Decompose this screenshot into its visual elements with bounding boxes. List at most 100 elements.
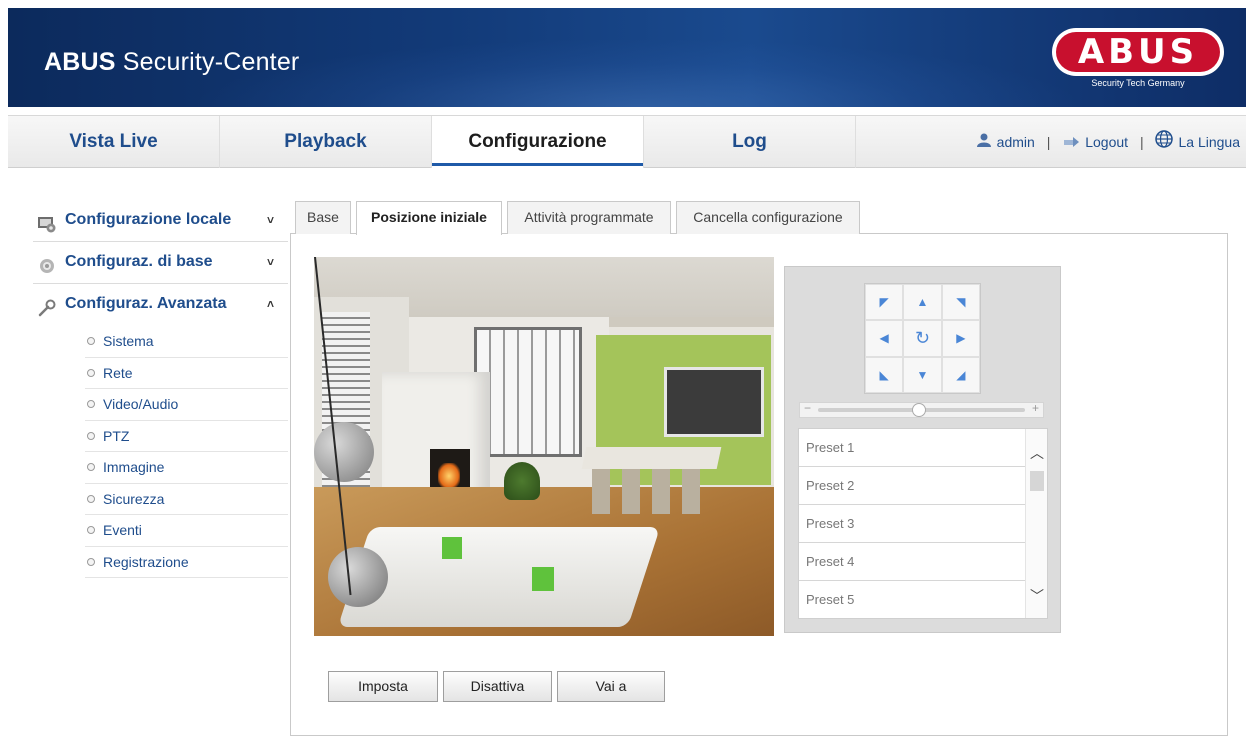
bullet-icon [87, 431, 95, 440]
tab-attivita-programmate[interactable]: Attività programmate [507, 201, 671, 234]
abus-logo: ABUS Security Tech Germany [1052, 28, 1224, 88]
ptz-auto-rotate-icon[interactable]: ↻ [903, 320, 942, 357]
local-config-icon [37, 210, 57, 233]
tab-cancella-configurazione[interactable]: Cancella configurazione [676, 201, 860, 234]
ptz-up-right-icon[interactable]: ◥ [941, 284, 980, 321]
zoom-knob[interactable] [911, 403, 926, 417]
bullet-icon [87, 526, 95, 534]
basic-config-gear-icon [37, 252, 57, 273]
config-sidebar: Configurazione locale ˅ Configuraz. di b… [33, 200, 288, 578]
sidebar-item-rete[interactable]: Rete [85, 358, 288, 389]
sidebar-item-sistema[interactable]: Sistema [85, 326, 288, 358]
sidebar-section-label: Configurazione locale [65, 211, 232, 228]
wall-picture [664, 367, 764, 437]
preset-item-5[interactable]: Preset 5 [799, 581, 1025, 618]
zoom-plus-icon[interactable]: + [1032, 401, 1039, 415]
app-title-suffix: Security-Center [115, 48, 300, 76]
logout-icon [1062, 117, 1080, 169]
nav-tab-log[interactable]: Log [644, 116, 856, 168]
chevron-up-icon[interactable]: ︿ [1026, 443, 1047, 463]
scrollbar-thumb[interactable] [1030, 471, 1044, 491]
sidebar-item-ptz[interactable]: PTZ [85, 421, 288, 452]
sidebar-section-label: Configuraz. Avanzata [65, 295, 227, 312]
sidebar-item-eventi[interactable]: Eventi [85, 515, 288, 547]
sidebar-section-basic-config[interactable]: Configuraz. di base ˅ [33, 242, 288, 284]
separator: | [1139, 134, 1144, 150]
sidebar-section-advanced-config[interactable]: Configuraz. Avanzata ˄ [33, 284, 288, 326]
chevron-down-icon: ˅ [266, 255, 274, 269]
bullet-icon [87, 337, 95, 345]
nav-tab-configurazione[interactable]: Configurazione [432, 116, 644, 168]
app-title: ABUS Security-Center [44, 48, 299, 77]
sidebar-item-label: Rete [103, 364, 133, 381]
tab-base[interactable]: Base [295, 201, 351, 234]
nav-tab-vista-live[interactable]: Vista Live [8, 116, 220, 168]
logo-text: ABUS [1056, 32, 1220, 72]
sidebar-item-label: Video/Audio [103, 396, 179, 412]
ptz-down-icon[interactable]: ▼ [903, 356, 942, 393]
live-video-view[interactable] [314, 257, 774, 636]
language-link[interactable]: La Lingua [1178, 134, 1240, 150]
username-link[interactable]: admin [997, 134, 1035, 150]
pendant-lamp [314, 422, 374, 482]
preset-item-2[interactable]: Preset 2 [799, 467, 1025, 505]
set-button[interactable]: Imposta [328, 671, 438, 702]
globe-icon [1155, 117, 1174, 169]
sidebar-item-label: Registrazione [103, 553, 189, 570]
ptz-control-panel: ◤ ▲ ◥ ◀ ↻ ▶ ◣ ▼ ◢ − + Preset 1 Preset 2 … [784, 266, 1061, 633]
sidebar-section-local-config[interactable]: Configurazione locale ˅ [33, 200, 288, 242]
zoom-minus-icon[interactable]: − [804, 401, 811, 415]
fire [438, 463, 460, 489]
preset-item-3[interactable]: Preset 3 [799, 505, 1025, 543]
pendant-lamp [328, 547, 388, 607]
back-window [474, 327, 582, 457]
user-icon [976, 117, 992, 169]
ptz-left-icon[interactable]: ◀ [865, 320, 904, 357]
logout-link[interactable]: Logout [1085, 134, 1128, 150]
tab-posizione-iniziale[interactable]: Posizione iniziale [356, 201, 502, 235]
preset-item-4[interactable]: Preset 4 [799, 543, 1025, 581]
bullet-icon [87, 494, 95, 503]
ptz-up-left-icon[interactable]: ◤ [865, 284, 904, 321]
sidebar-section-label: Configuraz. di base [65, 253, 213, 270]
header-banner: ABUS Security-Center ABUS Security Tech … [8, 8, 1246, 107]
separator: | [1046, 134, 1051, 150]
ptz-up-icon[interactable]: ▲ [903, 284, 942, 321]
goto-button[interactable]: Vai a [557, 671, 665, 702]
sidebar-item-sicurezza[interactable]: Sicurezza [85, 484, 288, 515]
dining-table [581, 447, 722, 469]
sidebar-item-label: Sistema [103, 333, 154, 349]
bullet-icon [87, 557, 95, 566]
bullet-icon [87, 400, 95, 408]
sidebar-item-immagine[interactable]: Immagine [85, 452, 288, 484]
logo-pill: ABUS [1052, 28, 1224, 76]
ptz-direction-pad: ◤ ▲ ◥ ◀ ↻ ▶ ◣ ▼ ◢ [864, 283, 981, 394]
ptz-zoom-slider[interactable]: − + [799, 401, 1044, 418]
sidebar-item-label: Sicurezza [103, 490, 165, 507]
sidebar-item-label: Immagine [103, 459, 165, 475]
app-title-brand: ABUS [44, 48, 116, 76]
disable-button[interactable]: Disattiva [443, 671, 552, 702]
logo-tagline: Security Tech Germany [1091, 78, 1185, 88]
preset-scrollbar[interactable]: ︿ ﹀ [1025, 429, 1047, 618]
sidebar-item-label: Eventi [103, 522, 142, 538]
user-area: admin | Logout | La Lingua [976, 116, 1240, 168]
green-cushion [532, 567, 554, 591]
nav-tab-playback[interactable]: Playback [220, 116, 432, 168]
bullet-icon [87, 463, 95, 471]
ptz-down-right-icon[interactable]: ◢ [941, 356, 980, 393]
green-cushion [442, 537, 462, 559]
sidebar-item-video-audio[interactable]: Video/Audio [85, 389, 288, 421]
plant [504, 462, 540, 500]
preset-item-1[interactable]: Preset 1 [799, 429, 1025, 467]
wrench-icon [37, 294, 57, 317]
sidebar-item-registrazione[interactable]: Registrazione [85, 547, 288, 578]
chevron-down-icon[interactable]: ﹀ [1026, 586, 1047, 606]
ptz-down-left-icon[interactable]: ◣ [865, 356, 904, 393]
chevron-up-icon: ˄ [266, 297, 274, 311]
banner-decoration [188, 38, 1088, 107]
bullet-icon [87, 368, 95, 377]
preset-list: Preset 1 Preset 2 Preset 3 Preset 4 Pres… [798, 428, 1048, 619]
main-nav: Vista Live Playback Configurazione Log a… [8, 115, 1246, 168]
ptz-right-icon[interactable]: ▶ [941, 320, 980, 357]
